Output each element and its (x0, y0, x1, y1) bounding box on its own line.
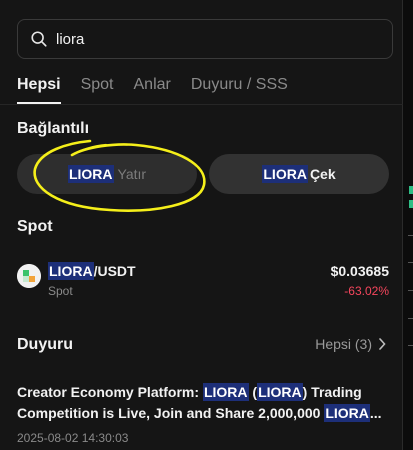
tab-anlar[interactable]: Anlar (134, 74, 171, 104)
spot-heading: Spot (17, 218, 53, 235)
announcements-heading: Duyuru (17, 336, 73, 353)
deposit-label: Yatır (117, 166, 147, 182)
tab-spot[interactable]: Spot (81, 74, 114, 104)
announcements-all-link[interactable]: Hepsi (3) (315, 336, 386, 352)
pair-base: LIORA (48, 262, 94, 280)
announcement-title[interactable]: Creator Economy Platform: LIORA (LIORA) … (17, 382, 389, 424)
tab-hepsi[interactable]: Hepsi (17, 74, 61, 104)
deposit-token: LIORA (67, 165, 114, 183)
search-input[interactable] (56, 30, 376, 48)
withdraw-token: LIORA (262, 165, 308, 183)
tab-divider (0, 104, 403, 105)
result-tabs: Hepsi Spot Anlar Duyuru / SSS (17, 74, 308, 104)
withdraw-label: Çek (309, 166, 336, 182)
tab-duyuru-sss[interactable]: Duyuru / SSS (191, 74, 288, 104)
announcements-all-label: Hepsi (3) (315, 336, 372, 352)
price-change: -63.02% (344, 284, 389, 298)
last-price: $0.03685 (330, 263, 389, 279)
chevron-right-icon (379, 338, 386, 350)
pair-quote: /USDT (93, 263, 136, 279)
announcement-timestamp: 2025-08-02 14:30:03 (17, 431, 129, 445)
background-app-edge (403, 0, 413, 450)
liora-coin-icon (17, 264, 41, 288)
spot-result-row[interactable]: LIORA/USDT Spot $0.03685 -63.02% (17, 260, 393, 300)
withdraw-button[interactable]: LIORA Çek (209, 154, 389, 194)
search-icon (31, 31, 47, 47)
pair-name: LIORA/USDT (48, 262, 136, 280)
market-type: Spot (48, 284, 73, 298)
connections-heading: Bağlantılı (17, 120, 90, 137)
search-results-panel: Hepsi Spot Anlar Duyuru / SSS Bağlantılı… (0, 0, 403, 450)
search-box[interactable] (17, 19, 393, 59)
deposit-button[interactable]: LIORA Yatır (17, 154, 197, 194)
